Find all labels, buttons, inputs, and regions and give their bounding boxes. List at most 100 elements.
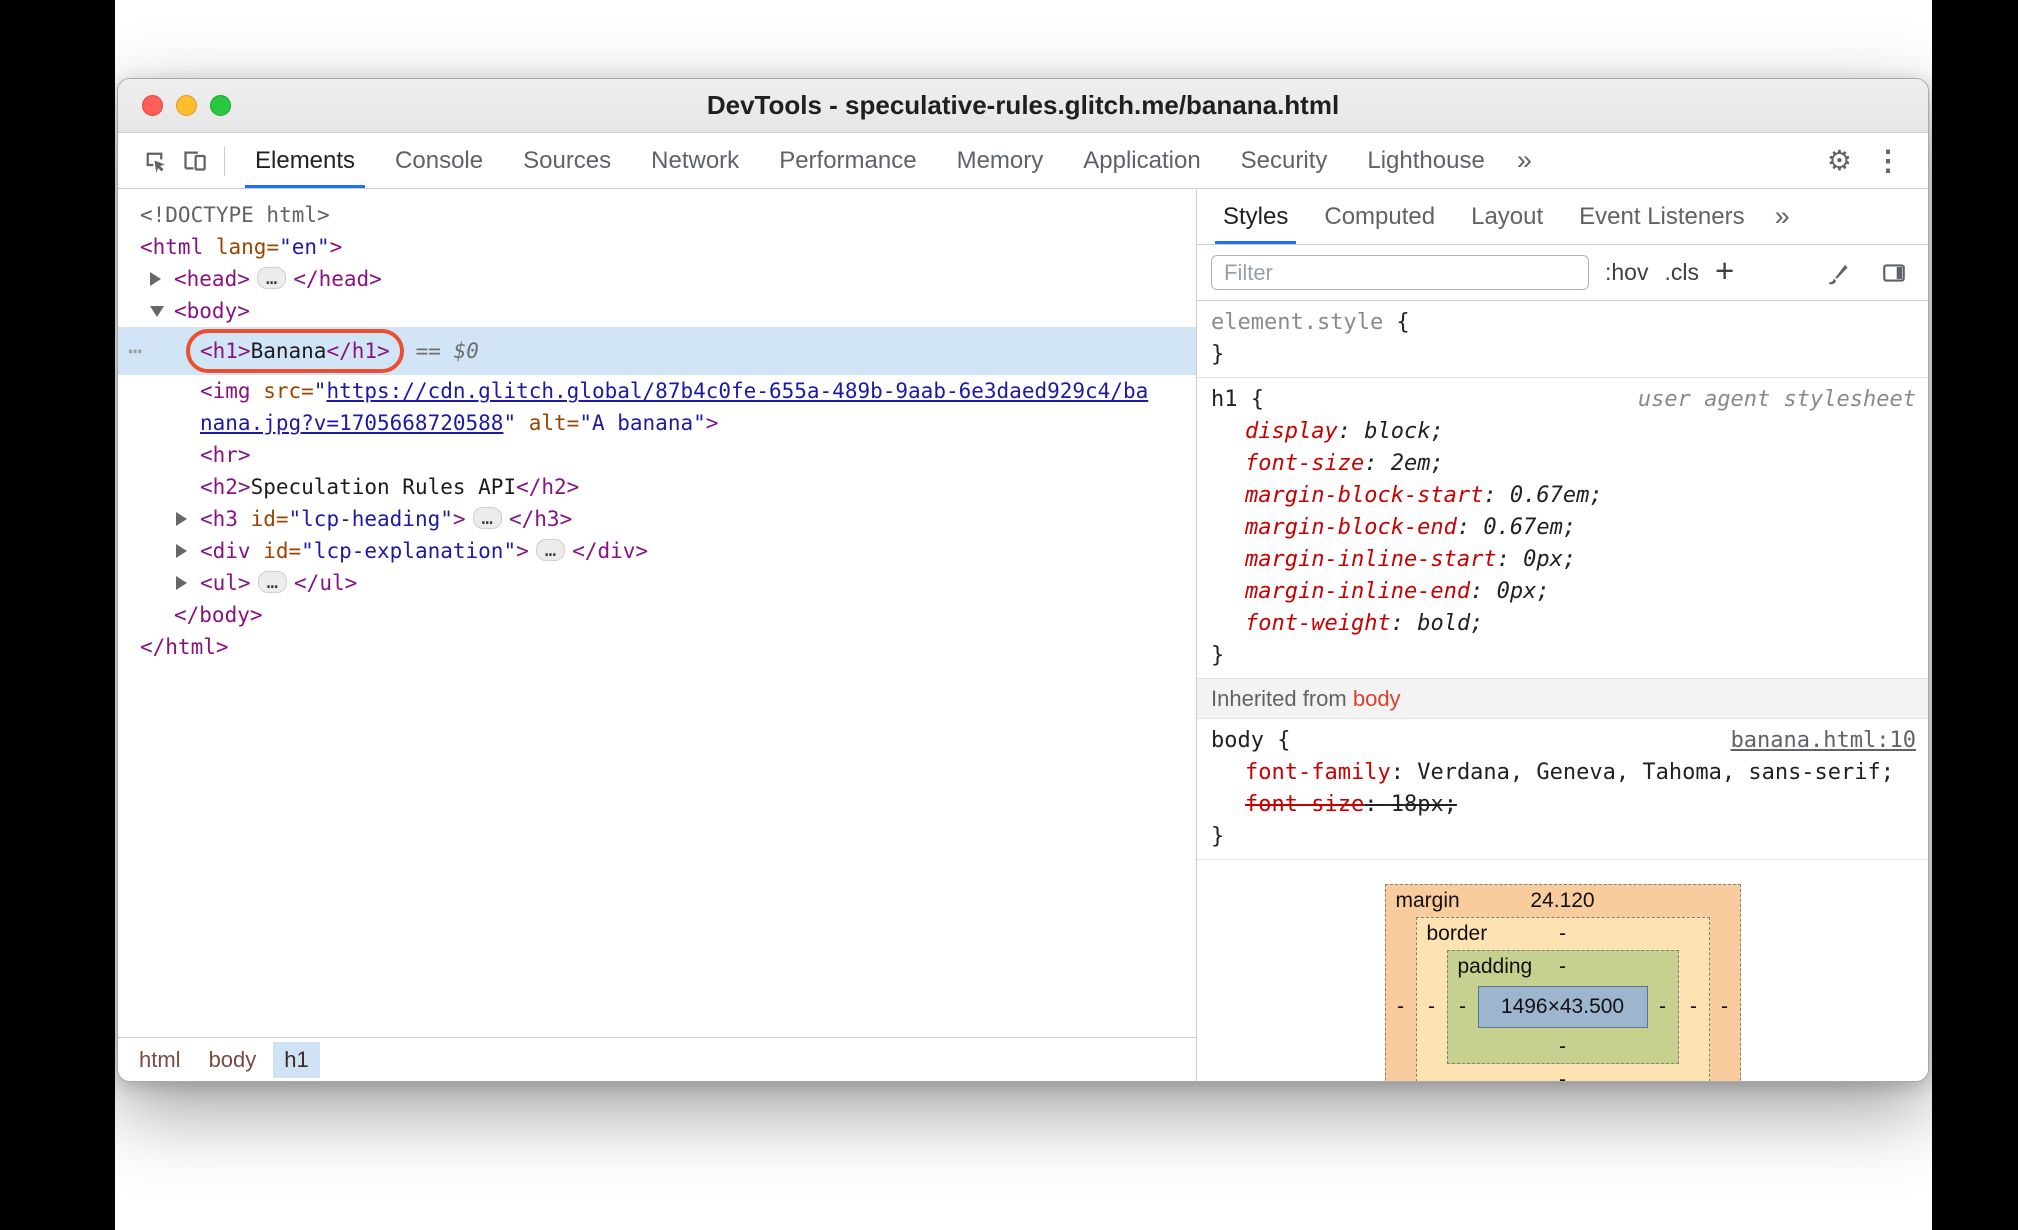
tab-layout[interactable]: Layout xyxy=(1453,189,1561,244)
css-declaration[interactable]: font-family: Verdana, Geneva, Tahoma, sa… xyxy=(1211,757,1918,789)
padding-left-value: - xyxy=(1459,995,1466,1018)
element-classes-button[interactable]: .cls xyxy=(1664,259,1699,286)
expand-arrow-icon[interactable] xyxy=(176,544,187,558)
styles-sidebar: Styles Computed Layout Event Listeners »… xyxy=(1197,189,1928,1081)
css-declaration-overridden[interactable]: font-size: 18px; xyxy=(1211,789,1918,821)
css-declaration[interactable]: display: block; xyxy=(1211,416,1918,448)
tab-memory[interactable]: Memory xyxy=(937,133,1064,188)
box-model-border: border - - padding - - 1496×43.500 - - -… xyxy=(1415,917,1710,1081)
panel-tabs: Elements Console Sources Network Perform… xyxy=(235,133,1505,188)
element-style-section[interactable]: element.style { } xyxy=(1197,301,1928,378)
tab-application[interactable]: Application xyxy=(1063,133,1220,188)
close-button[interactable] xyxy=(142,95,163,116)
screen-bezel-right xyxy=(1932,0,2018,1230)
elements-panel: <!DOCTYPE html> <html lang="en"> <head>…… xyxy=(118,189,1197,1081)
dom-node-ul[interactable]: <ul>… </ul> xyxy=(118,567,1196,599)
tab-console[interactable]: Console xyxy=(375,133,503,188)
toggle-element-state-button[interactable]: :hov xyxy=(1605,259,1648,286)
gear-icon[interactable]: ⚙ xyxy=(1815,144,1864,177)
inherited-from-label: Inherited from xyxy=(1211,686,1353,711)
box-model-padding: padding - - 1496×43.500 - - xyxy=(1446,950,1679,1064)
dom-node-html-open[interactable]: <html lang="en"> xyxy=(118,231,1196,263)
titlebar: DevTools - speculative-rules.glitch.me/b… xyxy=(118,79,1928,133)
margin-left-value: - xyxy=(1397,995,1404,1018)
filter-input[interactable] xyxy=(1211,255,1589,290)
body-node-link[interactable]: body xyxy=(1353,686,1401,711)
breadcrumb-html[interactable]: html xyxy=(128,1042,192,1078)
margin-top-value: 24.120 xyxy=(1530,889,1595,912)
dom-node-head[interactable]: <head>… </head> xyxy=(118,263,1196,295)
dom-node-hr[interactable]: <hr> xyxy=(118,439,1196,471)
device-toolbar-icon[interactable] xyxy=(174,141,214,181)
tab-lighthouse[interactable]: Lighthouse xyxy=(1347,133,1504,188)
element-style-selector: element.style { xyxy=(1211,310,1410,335)
breadcrumb-body[interactable]: body xyxy=(198,1042,268,1078)
minimize-button[interactable] xyxy=(176,95,197,116)
expand-arrow-icon[interactable] xyxy=(150,272,161,286)
sidebar-tabs: Styles Computed Layout Event Listeners » xyxy=(1197,189,1928,245)
more-actions-icon[interactable]: ⋯ xyxy=(128,335,142,367)
dom-node-h3[interactable]: <h3 id="lcp-heading">… </h3> xyxy=(118,503,1196,535)
tab-sources[interactable]: Sources xyxy=(503,133,631,188)
closing-brace: } xyxy=(1211,824,1225,849)
dock-side-icon[interactable] xyxy=(1874,253,1914,293)
traffic-lights xyxy=(142,79,231,132)
devtools-window: DevTools - speculative-rules.glitch.me/b… xyxy=(117,78,1929,1082)
new-style-rule-icon[interactable]: + xyxy=(1715,254,1734,287)
css-declaration[interactable]: margin-block-end: 0.67em; xyxy=(1211,512,1918,544)
border-label: border xyxy=(1426,922,1488,945)
tab-computed[interactable]: Computed xyxy=(1306,189,1453,244)
inspect-element-icon[interactable] xyxy=(134,141,174,181)
css-declaration[interactable]: margin-inline-end: 0px; xyxy=(1211,576,1918,608)
padding-label: padding xyxy=(1457,955,1533,978)
padding-top-value: - xyxy=(1559,955,1566,978)
dom-node-body-open[interactable]: <body> xyxy=(118,295,1196,327)
h1-rule-section[interactable]: h1 { user agent stylesheet display: bloc… xyxy=(1197,378,1928,679)
dom-node-body-close[interactable]: </body> xyxy=(118,599,1196,631)
expand-arrow-icon[interactable] xyxy=(176,576,187,590)
margin-label: margin xyxy=(1395,889,1460,912)
expand-arrow-icon[interactable] xyxy=(176,512,187,526)
body-rule-section[interactable]: body { banana.html:10 font-family: Verda… xyxy=(1197,719,1928,860)
padding-right-value: - xyxy=(1659,995,1666,1018)
stylesheet-source-link[interactable]: banana.html:10 xyxy=(1731,725,1916,757)
toolbar-separator xyxy=(224,145,225,176)
closing-brace: } xyxy=(1211,643,1225,668)
tab-styles[interactable]: Styles xyxy=(1205,189,1306,244)
tab-event-listeners[interactable]: Event Listeners xyxy=(1561,189,1762,244)
css-declaration[interactable]: font-weight: bold; xyxy=(1211,608,1918,640)
inherited-from-header: Inherited from body xyxy=(1197,679,1928,719)
padding-bottom-value: - xyxy=(1559,1035,1566,1058)
window-title: DevTools - speculative-rules.glitch.me/b… xyxy=(706,90,1340,120)
css-declaration[interactable]: margin-inline-start: 0px; xyxy=(1211,544,1918,576)
box-model-content: 1496×43.500 xyxy=(1477,986,1648,1028)
kebab-menu-icon[interactable]: ⋮ xyxy=(1864,144,1912,177)
tab-network[interactable]: Network xyxy=(631,133,759,188)
border-bottom-value: - xyxy=(1559,1068,1566,1081)
more-panels-icon[interactable]: » xyxy=(1505,145,1544,176)
styles-toolbar: :hov .cls + xyxy=(1197,245,1928,301)
annotation-oval: <h1>Banana</h1> xyxy=(186,329,404,373)
dom-node-doctype[interactable]: <!DOCTYPE html> xyxy=(118,199,1196,231)
dom-node-img[interactable]: <img src="https://cdn.glitch.global/87b4… xyxy=(118,375,1196,439)
breadcrumb-h1[interactable]: h1 xyxy=(273,1041,320,1078)
css-declaration[interactable]: font-size: 2em; xyxy=(1211,448,1918,480)
dom-tree: <!DOCTYPE html> <html lang="en"> <head>…… xyxy=(118,189,1196,1037)
box-model-diagram[interactable]: margin 24.120 - border - - padding - - 1… xyxy=(1197,860,1928,1081)
tab-elements[interactable]: Elements xyxy=(235,133,375,188)
dom-node-h1-selected[interactable]: ⋯ <h1>Banana</h1> == $0 xyxy=(118,327,1196,375)
dom-node-html-close[interactable]: </html> xyxy=(118,631,1196,663)
dom-node-h2[interactable]: <h2>Speculation Rules API</h2> xyxy=(118,471,1196,503)
content-size-value: 1496×43.500 xyxy=(1500,995,1625,1018)
more-sidebar-tabs-icon[interactable]: » xyxy=(1763,201,1802,232)
collapse-arrow-icon[interactable] xyxy=(150,306,164,317)
tab-security[interactable]: Security xyxy=(1221,133,1348,188)
rendering-emulation-icon[interactable] xyxy=(1818,253,1858,293)
margin-right-value: - xyxy=(1721,995,1728,1018)
console-reference-badge: == $0 xyxy=(415,339,479,363)
zoom-button[interactable] xyxy=(210,95,231,116)
dom-node-div[interactable]: <div id="lcp-explanation">… </div> xyxy=(118,535,1196,567)
tab-performance[interactable]: Performance xyxy=(759,133,936,188)
css-declaration[interactable]: margin-block-start: 0.67em; xyxy=(1211,480,1918,512)
devtools-content: <!DOCTYPE html> <html lang="en"> <head>…… xyxy=(118,189,1928,1081)
